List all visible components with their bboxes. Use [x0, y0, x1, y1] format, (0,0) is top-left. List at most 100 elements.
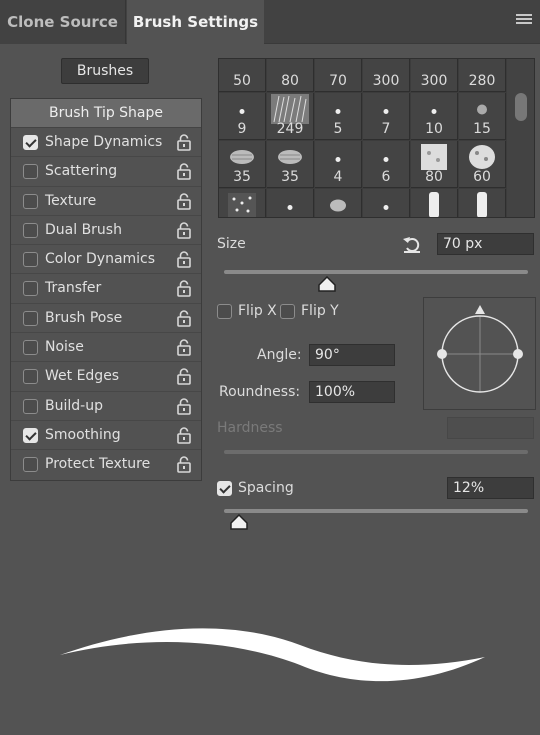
brush-preset-1-0[interactable]: 9: [219, 93, 266, 140]
smoothing-checkbox[interactable]: [23, 427, 38, 443]
preset-scrollbar[interactable]: [507, 59, 534, 217]
shape-dynamics-label: Shape Dynamics: [45, 134, 163, 150]
brush-size-label: 10: [425, 121, 443, 137]
option-transfer[interactable]: Transfer: [11, 274, 201, 304]
brush-tip-icon: [285, 198, 295, 217]
brush-preset-1-4[interactable]: 10: [411, 93, 458, 140]
angle-arrow-icon: [475, 305, 485, 314]
brush-preset-1-5[interactable]: 15: [459, 93, 506, 140]
tab-clone-source[interactable]: Clone Source: [0, 0, 126, 44]
roundness-field[interactable]: 100%: [309, 381, 395, 403]
brush-preset-1-3[interactable]: 7: [363, 93, 410, 140]
transfer-checkbox[interactable]: [23, 281, 38, 297]
roundness-label: Roundness:: [219, 384, 301, 400]
brush-preset-3-1[interactable]: 10: [267, 189, 314, 217]
lock-icon[interactable]: [177, 368, 191, 386]
panel-menu-icon[interactable]: [516, 14, 532, 28]
wet-edges-checkbox[interactable]: [23, 369, 38, 385]
brush-preset-grid: 5080703003002809249571015353546806090102…: [218, 58, 535, 218]
lock-icon[interactable]: [177, 280, 191, 298]
brush-preset-0-3[interactable]: 300: [363, 59, 410, 92]
brush-preset-2-4[interactable]: 80: [411, 141, 458, 188]
option-shape-dynamics[interactable]: Shape Dynamics: [11, 128, 201, 158]
brush-preset-2-0[interactable]: 35: [219, 141, 266, 188]
lock-icon[interactable]: [177, 456, 191, 474]
brush-preset-1-1[interactable]: 249: [267, 93, 314, 140]
brush-size-label: 100: [459, 217, 505, 218]
lock-icon[interactable]: [177, 251, 191, 268]
lock-icon[interactable]: [177, 134, 191, 151]
brush-size-label: 35: [281, 169, 299, 185]
scattering-checkbox[interactable]: [23, 164, 38, 180]
build-up-label: Build-up: [45, 397, 103, 414]
brushes-button[interactable]: Brushes: [61, 58, 149, 84]
size-field[interactable]: 70 px: [437, 233, 534, 255]
option-noise[interactable]: Noise: [11, 333, 201, 363]
flip-y-checkbox[interactable]: [280, 304, 295, 319]
brush-preset-2-5[interactable]: 60: [459, 141, 506, 188]
wet-edges-label: Wet Edges: [45, 368, 120, 385]
spacing-checkbox[interactable]: [217, 481, 232, 496]
brush-preset-0-4[interactable]: 300: [411, 59, 458, 92]
spacing-slider-thumb[interactable]: [230, 514, 248, 530]
spacing-slider-track[interactable]: [224, 509, 528, 513]
lock-icon[interactable]: [177, 309, 191, 327]
dual-brush-checkbox[interactable]: [23, 222, 38, 238]
brush-preset-1-2[interactable]: 5: [315, 93, 362, 140]
brush-preset-3-2[interactable]: 20: [315, 189, 362, 217]
brush-tip-shape-item[interactable]: Brush Tip Shape: [11, 99, 201, 128]
brush-preset-2-2[interactable]: 4: [315, 141, 362, 188]
brush-preset-2-1[interactable]: 35: [267, 141, 314, 188]
brush-preset-0-5[interactable]: 280: [459, 59, 506, 92]
brush-preset-3-0[interactable]: 90: [219, 189, 266, 217]
option-scattering[interactable]: Scattering: [11, 157, 201, 187]
reset-size-icon[interactable]: [402, 235, 422, 253]
spacing-field[interactable]: 12%: [447, 477, 534, 499]
brush-preset-3-3[interactable]: 8: [363, 189, 410, 217]
flip-x-checkbox[interactable]: [217, 304, 232, 319]
option-build-up[interactable]: Build-up: [11, 392, 201, 421]
brush-size-label: 50: [233, 73, 251, 89]
option-wet-edges[interactable]: Wet Edges: [11, 362, 201, 392]
color-dynamics-checkbox[interactable]: [23, 252, 38, 268]
brush-preset-0-2[interactable]: 70: [315, 59, 362, 92]
brush-size-label: 70: [411, 217, 457, 218]
brush-size-label: 280: [468, 73, 496, 89]
brush-preset-0-0[interactable]: 50: [219, 59, 266, 92]
brush-tip-icon: [381, 198, 391, 217]
brush-preset-3-4[interactable]: 70: [411, 189, 458, 218]
protect-texture-checkbox[interactable]: [23, 457, 38, 473]
angle-roundness-widget[interactable]: [423, 297, 536, 410]
lock-icon[interactable]: [177, 397, 191, 415]
option-protect-texture[interactable]: Protect Texture: [11, 450, 201, 479]
lock-icon[interactable]: [177, 339, 191, 356]
brush-tip-icon: [429, 102, 439, 121]
lock-icon[interactable]: [177, 163, 191, 181]
brush-size-label: 70: [329, 73, 347, 89]
option-dual-brush[interactable]: Dual Brush: [11, 216, 201, 246]
angle-field[interactable]: 90°: [309, 344, 395, 366]
lock-icon[interactable]: [177, 192, 191, 210]
option-color-dynamics[interactable]: Color Dynamics: [11, 245, 201, 275]
build-up-checkbox[interactable]: [23, 398, 38, 414]
lock-icon[interactable]: [177, 222, 191, 239]
noise-checkbox[interactable]: [23, 340, 38, 356]
shape-dynamics-checkbox[interactable]: [23, 135, 38, 150]
lock-icon[interactable]: [177, 427, 191, 444]
brush-preset-2-3[interactable]: 6: [363, 141, 410, 188]
option-smoothing[interactable]: Smoothing: [11, 421, 201, 451]
option-texture[interactable]: Texture: [11, 187, 201, 216]
brush-pose-checkbox[interactable]: [23, 310, 38, 326]
brush-preset-3-5[interactable]: 100: [459, 189, 506, 218]
brush-size-label: 300: [420, 73, 448, 89]
size-slider-track[interactable]: [224, 270, 528, 274]
preset-scroll-thumb[interactable]: [515, 93, 527, 121]
brush-size-label: 80: [281, 73, 299, 89]
size-slider-thumb[interactable]: [318, 276, 337, 292]
brush-preset-0-1[interactable]: 80: [267, 59, 314, 92]
brush-size-label: 7: [381, 121, 391, 137]
option-brush-pose[interactable]: Brush Pose: [11, 304, 201, 334]
texture-checkbox[interactable]: [23, 193, 38, 209]
tab-brush-settings[interactable]: Brush Settings: [127, 0, 264, 45]
flip-x-label: Flip X: [238, 303, 277, 319]
